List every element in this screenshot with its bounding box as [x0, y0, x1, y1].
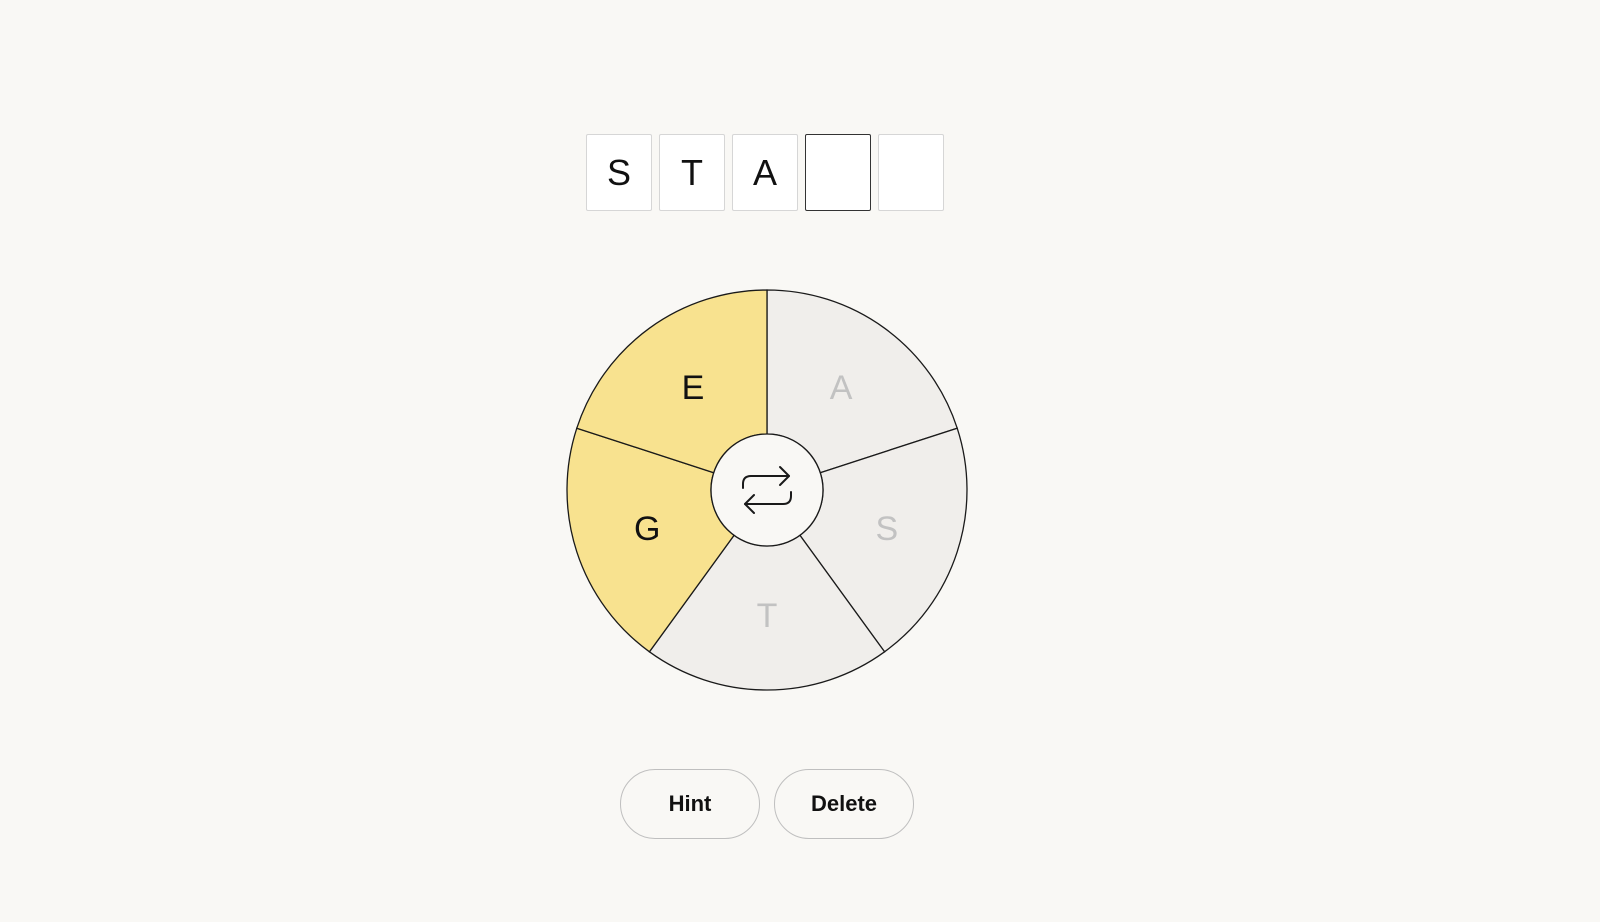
delete-button[interactable]: Delete [774, 769, 914, 839]
answer-slot-3[interactable]: A [732, 134, 798, 211]
answer-slot-2[interactable]: T [659, 134, 725, 211]
answer-slot-5[interactable] [878, 134, 944, 211]
shuffle-button[interactable] [710, 433, 824, 547]
answer-slots: S T A [586, 134, 944, 211]
answer-slot-1[interactable]: S [586, 134, 652, 211]
letter-wheel-svg: ASTGE [566, 289, 968, 691]
game-stage: S T A ASTGE Hint Delete [0, 0, 1600, 922]
answer-slot-4[interactable] [805, 134, 871, 211]
action-buttons: Hint Delete [620, 769, 914, 839]
letter-wheel: ASTGE [566, 289, 968, 691]
hint-button[interactable]: Hint [620, 769, 760, 839]
